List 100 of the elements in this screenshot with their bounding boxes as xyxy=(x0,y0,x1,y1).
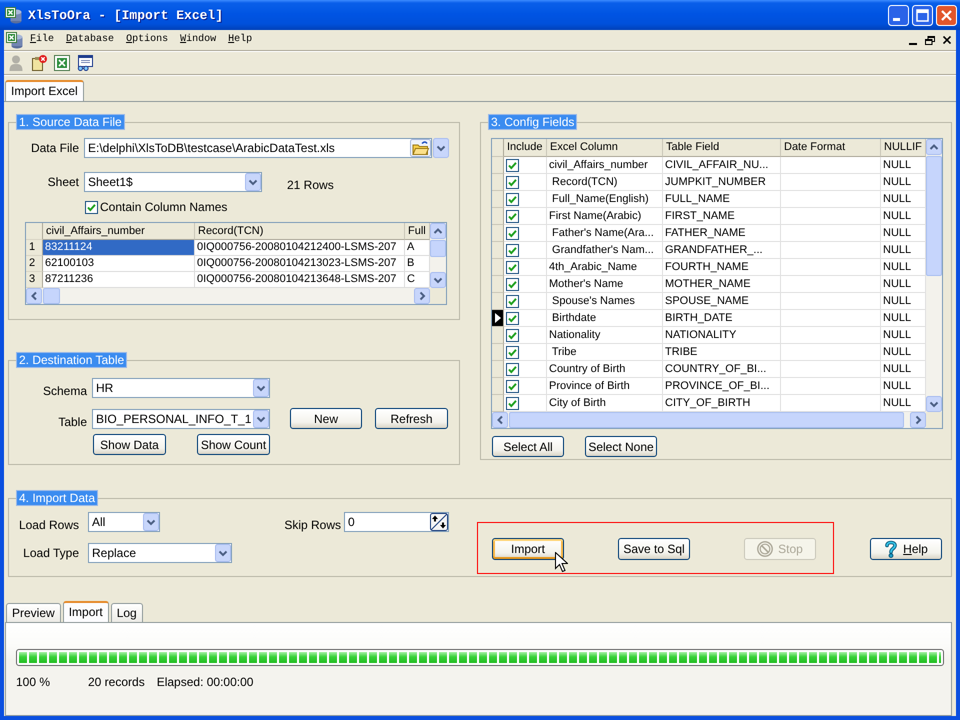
table-cell: FULL_NAME xyxy=(663,191,781,208)
spreadsheet-database-icon xyxy=(5,6,22,24)
menu-item[interactable]: Database xyxy=(60,32,120,48)
panel-tab[interactable]: Import xyxy=(62,601,109,622)
scroll-left-icon[interactable] xyxy=(492,412,508,428)
table-cell: 62100103 xyxy=(43,256,195,272)
grid-corner-cell xyxy=(26,223,43,240)
checkbox[interactable] xyxy=(506,362,519,376)
scrollbar[interactable] xyxy=(926,139,942,412)
checkbox[interactable] xyxy=(506,328,519,342)
spreadsheet-icon[interactable] xyxy=(54,55,70,71)
file-path-field[interactable]: E:\delphi\XlsToDB\testcase\ArabicDataTest.xls xyxy=(84,138,432,158)
table-cell: 0IQ000756-20080104213023-LSMS-207 xyxy=(195,256,405,272)
checkbox[interactable] xyxy=(85,201,98,214)
table-cell: FOURTH_NAME xyxy=(663,259,781,276)
menu-item[interactable]: File xyxy=(24,32,60,48)
checkbox[interactable] xyxy=(506,278,519,290)
skip-rows-field[interactable]: 0 xyxy=(344,512,449,532)
scroll-right-icon[interactable] xyxy=(414,288,430,304)
scroll-down-icon[interactable] xyxy=(926,396,942,412)
table-cell: Tribe xyxy=(547,344,663,361)
field-label: Load Rows xyxy=(18,518,79,532)
panel-tab[interactable]: Preview xyxy=(6,603,61,622)
scrollbar[interactable] xyxy=(430,223,446,288)
checkbox[interactable] xyxy=(506,210,519,222)
table-cell: 0IQ000756-20080104212400-LSMS-207 xyxy=(195,240,405,256)
checkbox[interactable] xyxy=(506,294,519,308)
progress-percent: 100 % xyxy=(16,675,52,689)
field-label: Skip Rows xyxy=(284,518,341,532)
checkbox[interactable] xyxy=(506,244,519,256)
action-button[interactable]: Import xyxy=(492,538,564,560)
open-folder-icon[interactable] xyxy=(410,139,431,157)
table-cell: Country of Birth xyxy=(547,361,663,378)
table-action-button[interactable]: New xyxy=(290,408,362,429)
table-cell: BIRTH_DATE xyxy=(663,310,781,327)
table-cell: CIVIL_AFFAIR_NU... xyxy=(663,157,781,174)
panel-tab[interactable]: Log xyxy=(110,603,143,622)
table-cell: Spouse's Names xyxy=(547,293,663,310)
table-cell: FATHER_NAME xyxy=(663,225,781,242)
window-title: XlsToOra - [Import Excel] xyxy=(28,8,224,22)
menu-item[interactable]: Window xyxy=(174,32,222,48)
field-label: Sheet xyxy=(46,175,79,189)
prohibited-icon xyxy=(757,541,774,557)
scrollbar-thumb[interactable] xyxy=(43,288,60,304)
table-action-button[interactable]: Refresh xyxy=(375,408,448,429)
show-button[interactable]: Show Data xyxy=(93,434,166,455)
sheet-dropdown[interactable]: Sheet1$ xyxy=(84,172,262,192)
table-cell: Nationality xyxy=(547,327,663,344)
table-cell: COUNTRY_OF_BI... xyxy=(663,361,781,378)
scroll-up-icon[interactable] xyxy=(430,223,446,239)
checkbox[interactable] xyxy=(506,260,519,274)
scrollbar-thumb[interactable] xyxy=(926,156,942,276)
column-header: Excel Column xyxy=(547,139,663,157)
field-label: Load Type xyxy=(22,546,79,560)
load-type-dropdown[interactable]: Replace xyxy=(88,543,232,563)
column-header: Table Field xyxy=(663,139,781,157)
table-cell: GRANDFATHER_... xyxy=(663,242,781,259)
screen-glasses-icon[interactable] xyxy=(77,55,93,71)
checkbox[interactable] xyxy=(506,158,519,172)
restore-icon[interactable] xyxy=(925,36,935,44)
scroll-left-icon[interactable] xyxy=(26,288,42,304)
scroll-up-icon[interactable] xyxy=(926,139,942,155)
row-selector[interactable] xyxy=(492,310,504,327)
field-label: Schema xyxy=(42,384,87,398)
help-button[interactable]: Help xyxy=(870,538,942,560)
scrollbar-corner xyxy=(430,288,446,304)
scroll-right-icon[interactable] xyxy=(910,412,926,428)
spin-arrows-icon[interactable] xyxy=(430,513,448,531)
checkbox[interactable] xyxy=(506,226,519,240)
row-pointer-icon xyxy=(494,313,500,323)
spreadsheet-database-icon[interactable] xyxy=(6,32,23,48)
select-button[interactable]: Select All xyxy=(492,436,564,457)
column-header: NULLIF xyxy=(881,139,926,157)
checkbox-label[interactable]: Contain Column Names xyxy=(100,201,228,214)
checkbox[interactable] xyxy=(506,176,519,188)
select-button[interactable]: Select None xyxy=(585,436,657,457)
column-header: civil_Affairs_number xyxy=(43,223,195,240)
document-tab[interactable]: Import Excel xyxy=(5,80,84,101)
schema-dropdown[interactable]: HR xyxy=(92,378,270,398)
scrollbar[interactable] xyxy=(26,288,430,304)
maximize-icon[interactable] xyxy=(912,4,933,26)
clipboard-x-icon[interactable] xyxy=(31,55,47,71)
checkbox[interactable] xyxy=(506,380,519,392)
checkbox[interactable] xyxy=(506,312,519,324)
group-title: 3. Config Fields xyxy=(488,114,578,130)
show-button[interactable]: Show Count xyxy=(197,434,270,455)
action-button[interactable]: Save to Sql xyxy=(618,538,690,560)
table-cell: MOTHER_NAME xyxy=(663,276,781,293)
minimize-icon[interactable] xyxy=(909,42,917,44)
checkbox[interactable] xyxy=(506,192,519,206)
menu-item[interactable]: Help xyxy=(222,32,258,48)
table-dropdown[interactable]: BIO_PERSONAL_INFO_T_1 xyxy=(92,408,270,428)
scroll-down-icon[interactable] xyxy=(430,272,446,288)
checkbox[interactable] xyxy=(506,346,519,358)
table-cell: FIRST_NAME xyxy=(663,208,781,225)
scrollbar-thumb[interactable] xyxy=(430,240,446,257)
menu-item[interactable]: Options xyxy=(120,32,174,48)
load-rows-dropdown[interactable]: All xyxy=(88,512,160,532)
close-icon[interactable] xyxy=(943,36,951,44)
checkbox[interactable] xyxy=(506,396,519,410)
